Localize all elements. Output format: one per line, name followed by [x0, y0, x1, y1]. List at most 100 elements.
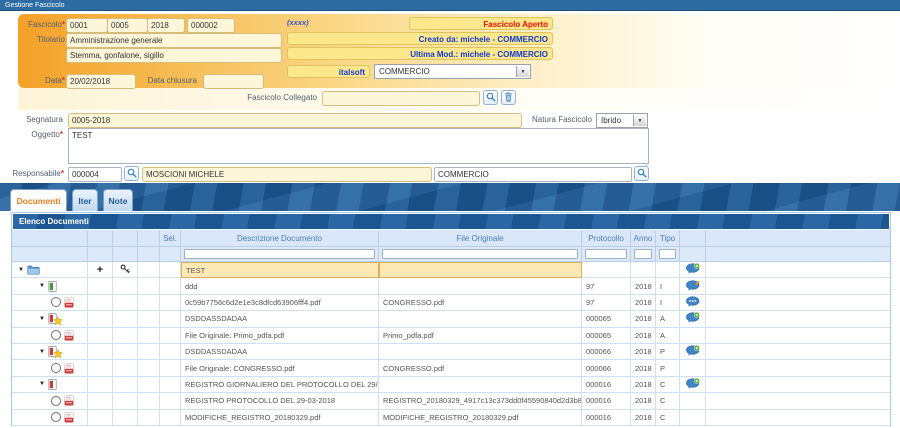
descrizione-cell[interactable]: File Originale: CONGRESSO.pdf: [181, 360, 379, 376]
action-cell[interactable]: [680, 278, 706, 294]
radio-button[interactable]: [51, 297, 61, 307]
table-row[interactable]: ▼DSDDASSDADAA0000652018A: [12, 311, 890, 327]
descrizione-cell[interactable]: 0c59b7756c6d2e1e3c8dfcd63906fff4.pdf: [181, 295, 379, 311]
filter-tipo-input[interactable]: [659, 249, 676, 259]
table-row[interactable]: File Originale: Primo_pdfa.pdfPrimo_pdfa…: [12, 328, 890, 344]
table-row[interactable]: File Originale: CONGRESSO.pdfCONGRESSO.p…: [12, 360, 890, 376]
descrizione-cell[interactable]: File Originale: Primo_pdfa.pdf: [181, 328, 379, 344]
add-note-icon[interactable]: [686, 378, 700, 391]
file-originale-cell[interactable]: [379, 278, 582, 294]
column-header-tipo[interactable]: Tipo: [656, 230, 680, 247]
natura-fascicolo-dropdown[interactable]: Ibrido ▼: [596, 113, 648, 128]
edit-note-icon[interactable]: [686, 280, 700, 293]
radio-button[interactable]: [51, 363, 61, 373]
table-row[interactable]: ▼ REGISTRO GIORNALIERO DEL PROTOCOLLO DEL…: [12, 377, 890, 393]
add-note-icon[interactable]: [686, 345, 700, 358]
sel-cell[interactable]: [160, 410, 181, 426]
sel-cell[interactable]: [160, 328, 181, 344]
column-header-protocollo[interactable]: Protocollo: [582, 230, 631, 247]
file-originale-cell[interactable]: [379, 377, 582, 393]
file-originale-cell[interactable]: CONGRESSO.pdf: [379, 295, 582, 311]
data-chiusura-field[interactable]: [203, 74, 264, 89]
radio-button[interactable]: [51, 396, 61, 406]
tab-iter[interactable]: Iter: [72, 189, 98, 211]
fascicolo-field-2[interactable]: [107, 18, 148, 33]
descrizione-cell[interactable]: REGISTRO PROTOCOLLO DEL 29-03-2018: [181, 393, 379, 409]
file-originale-cell[interactable]: [379, 344, 582, 360]
table-row[interactable]: 0c59b7756c6d2e1e3c8dfcd63906fff4.pdfCONG…: [12, 295, 890, 311]
dropdown-arrow-icon[interactable]: ▼: [516, 66, 529, 77]
filter-anno-input[interactable]: [634, 249, 652, 259]
descrizione-cell[interactable]: DSDDASSDADAA: [181, 344, 379, 360]
sel-cell[interactable]: [160, 311, 181, 327]
responsabile-code-field[interactable]: [68, 167, 122, 182]
plus-icon[interactable]: +: [97, 265, 103, 275]
column-header-file-originale[interactable]: File Originale: [379, 230, 582, 247]
oggetto-textarea[interactable]: TEST: [68, 128, 649, 164]
action-cell[interactable]: [680, 377, 706, 393]
column-header-sel[interactable]: Sel.: [160, 230, 181, 247]
permissions-cell[interactable]: [113, 262, 138, 278]
file-originale-cell[interactable]: REGISTRO_20180329_4917c13c373dd0f4559084…: [379, 393, 582, 409]
descrizione-cell[interactable]: MODIFICHE_REGISTRO_20180329.pdf: [181, 410, 379, 426]
table-row[interactable]: REGISTRO PROTOCOLLO DEL 29-03-2018REGIST…: [12, 393, 890, 409]
table-row[interactable]: ▼ddd972018I: [12, 278, 890, 294]
caret-down-icon[interactable]: ▼: [39, 349, 45, 355]
tab-note[interactable]: Note: [103, 189, 133, 211]
filter-file-input[interactable]: [382, 249, 578, 259]
descrizione-cell[interactable]: TEST: [181, 262, 379, 278]
sel-cell[interactable]: [160, 278, 181, 294]
fascicolo-field-1[interactable]: [66, 18, 108, 33]
sel-cell[interactable]: [160, 344, 181, 360]
caret-down-icon[interactable]: ▼: [18, 267, 24, 273]
titolario-field-1[interactable]: [66, 33, 282, 48]
sel-cell[interactable]: [160, 393, 181, 409]
action-cell[interactable]: [680, 262, 706, 278]
table-row[interactable]: ▼ + TEST: [12, 262, 890, 278]
file-originale-cell[interactable]: CONGRESSO.pdf: [379, 360, 582, 376]
sel-cell[interactable]: [160, 377, 181, 393]
sel-cell[interactable]: [160, 360, 181, 376]
fascicolo-collegato-field[interactable]: [322, 91, 480, 106]
titolario-field-2[interactable]: [66, 48, 282, 63]
column-header-descrizione[interactable]: Descrizione Documento: [181, 230, 379, 247]
descrizione-cell[interactable]: DSDDASSDADAA: [181, 311, 379, 327]
key-icon[interactable]: [120, 264, 130, 276]
sel-cell[interactable]: [160, 295, 181, 311]
responsabile-office-field[interactable]: [434, 167, 632, 182]
file-originale-cell[interactable]: [379, 311, 582, 327]
add-note-icon[interactable]: [686, 312, 700, 325]
action-cell[interactable]: [680, 344, 706, 360]
sel-cell[interactable]: [160, 262, 181, 278]
add-document-cell[interactable]: +: [88, 262, 113, 278]
responsabile-search-button[interactable]: [124, 166, 139, 181]
fascicolo-field-4[interactable]: [187, 18, 235, 33]
fascicolo-field-3[interactable]: [147, 18, 185, 33]
filter-protocollo-input[interactable]: [585, 249, 627, 259]
column-header-anno[interactable]: Anno: [631, 230, 656, 247]
collegato-search-button[interactable]: [483, 90, 498, 105]
radio-button[interactable]: [51, 412, 61, 422]
filter-descrizione-input[interactable]: [184, 249, 375, 259]
caret-down-icon[interactable]: ▼: [39, 316, 45, 322]
segnatura-field[interactable]: [68, 113, 522, 128]
ufficio-dropdown[interactable]: COMMERCIO ▼: [374, 64, 531, 79]
responsabile-name-field[interactable]: [142, 167, 432, 182]
descrizione-cell[interactable]: ddd: [181, 278, 379, 294]
descrizione-cell[interactable]: REGISTRO GIORNALIERO DEL PROTOCOLLO DEL …: [181, 377, 379, 393]
action-cell[interactable]: [680, 295, 706, 311]
action-cell[interactable]: [680, 311, 706, 327]
caret-down-icon[interactable]: ▼: [39, 381, 45, 387]
file-originale-cell[interactable]: [379, 262, 582, 278]
collegato-delete-button[interactable]: [501, 90, 516, 105]
table-row[interactable]: MODIFICHE_REGISTRO_20180329.pdfMODIFICHE…: [12, 410, 890, 426]
notes-icon[interactable]: [686, 296, 700, 309]
caret-down-icon[interactable]: ▼: [39, 283, 45, 289]
table-row[interactable]: ▼DSDDASSDADAA0000662018P: [12, 344, 890, 360]
radio-button[interactable]: [51, 330, 61, 340]
add-note-icon[interactable]: [686, 263, 700, 276]
file-originale-cell[interactable]: MODIFICHE_REGISTRO_20180329.pdf: [379, 410, 582, 426]
file-originale-cell[interactable]: Primo_pdfa.pdf: [379, 328, 582, 344]
office-search-button[interactable]: [634, 166, 649, 181]
dropdown-arrow-icon[interactable]: ▼: [633, 115, 646, 126]
